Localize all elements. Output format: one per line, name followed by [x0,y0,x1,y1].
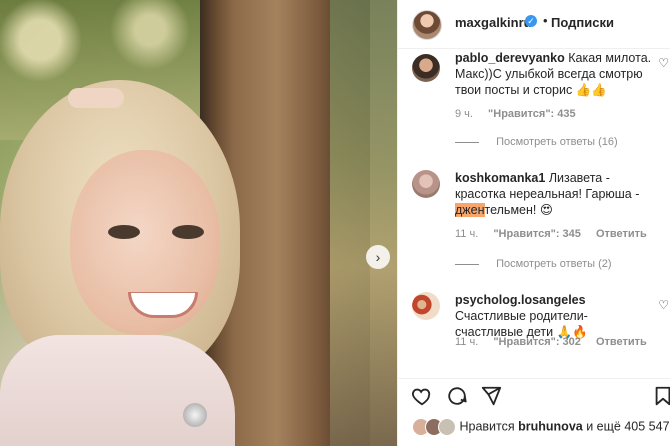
chevron-right-icon: › [375,249,381,265]
comment-body-highlight: джен [455,203,485,217]
post-author-username[interactable]: maxgalkinru [455,15,532,30]
photo-brooch [183,403,207,427]
comment-username[interactable]: pablo_derevyanko [455,51,565,65]
comment-meta: 11 ч. "Нравится": 345 Ответить [455,228,659,240]
post-actions-bar [398,378,670,407]
comment-username[interactable]: koshkomanka1 [455,171,545,185]
separator-dot: • [543,13,548,28]
comment-time[interactable]: 11 ч. [455,228,478,240]
heart-outline-icon[interactable]: ♡ [658,298,669,312]
photo-hair-bow [68,88,124,108]
share-button[interactable] [480,385,502,407]
photo-eye-left [108,225,140,239]
heart-icon [412,388,431,406]
likes-count: и ещё 405 547 [586,419,670,434]
photo-eye-right [172,225,204,239]
view-replies-label: Посмотреть ответы (16) [496,136,618,148]
replies-divider [455,141,479,143]
comment-text: koshkomanka1 Лизавета - красотка нереаль… [455,170,653,218]
post-header: maxgalkinru ✓ • Подписки [398,0,670,49]
reply-button[interactable]: Ответить [596,336,647,348]
likes-summary[interactable]: Нравится bruhunova и ещё 405 547 [412,418,670,436]
send-paper-plane-icon [481,386,502,406]
avatar[interactable] [412,54,440,82]
save-button[interactable] [652,385,670,407]
view-replies-button[interactable]: Посмотреть ответы (16) [455,136,618,148]
liker-avatars [412,418,456,436]
comment-bubble-icon [448,387,467,405]
comment-likes[interactable]: "Нравится": 345 [493,228,581,240]
comment-text: pablo_derevyanko Какая милота. Макс))С у… [455,50,653,98]
comment-meta: 9 ч. "Нравится": 435 [455,108,600,120]
liker-username[interactable]: bruhunova [518,419,583,433]
avatar[interactable] [412,10,442,40]
photo-window-glass [330,0,397,446]
view-replies-label: Посмотреть ответы (2) [496,258,612,270]
avatar[interactable] [412,170,440,198]
bookmark-icon [655,386,670,406]
following-button[interactable]: Подписки [551,15,614,30]
avatar [438,418,456,436]
comment-username[interactable]: psycholog.losangeles [455,293,586,307]
verified-badge-icon: ✓ [525,15,537,27]
comment-body: Счастливые родители- счастливые дети 🙏🔥 [455,309,588,339]
carousel-next-button[interactable]: › [366,245,390,269]
avatar[interactable] [412,292,440,320]
reply-button[interactable]: Ответить [596,228,647,240]
comment-likes[interactable]: "Нравится": 302 [493,336,581,348]
comment-body-end: тельмен! 😍 [484,203,553,217]
post-photo[interactable]: › [0,0,397,446]
comment-button[interactable] [446,385,468,407]
photo-dress [0,335,235,446]
post-sidebar: maxgalkinru ✓ • Подписки pablo_derevyank… [397,0,670,446]
heart-outline-icon[interactable]: ♡ [658,56,669,70]
comment-meta: 11 ч. "Нравится": 302 Ответить [455,336,659,348]
comment-time[interactable]: 11 ч. [455,336,478,348]
comment-likes[interactable]: "Нравится": 435 [488,108,576,120]
likes-prefix: Нравится [459,419,515,434]
replies-divider [455,263,479,265]
like-button[interactable] [411,385,433,407]
comment-text: psycholog.losangeles Счастливые родители… [455,292,653,340]
view-replies-button[interactable]: Посмотреть ответы (2) [455,258,612,270]
comment-time[interactable]: 9 ч. [455,108,473,120]
